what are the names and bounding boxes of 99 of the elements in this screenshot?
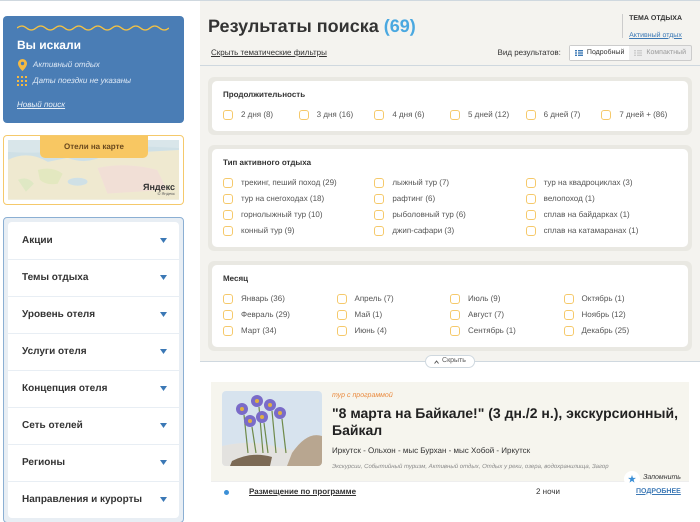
option-label: джип-сафари (3) — [392, 225, 454, 237]
checkbox[interactable] — [336, 294, 346, 304]
option-label: рафтинг (6) — [392, 193, 436, 205]
option-label: сплав на байдарках (1) — [544, 209, 630, 221]
checkbox[interactable] — [450, 326, 460, 336]
checkbox[interactable] — [223, 110, 233, 120]
list-icon — [634, 50, 642, 56]
filter-title: Продолжительность — [223, 89, 306, 101]
caret-icon — [160, 497, 167, 502]
option-label: тур на квадроциклах (3) — [544, 177, 633, 189]
checkbox[interactable] — [450, 110, 460, 120]
placement-link[interactable]: Размещение по программе — [242, 486, 422, 498]
accordion-item[interactable]: Направления и курорты — [8, 480, 179, 518]
checkbox[interactable] — [374, 210, 384, 220]
summary-item: Активный отдых — [33, 59, 100, 71]
checkbox[interactable] — [374, 178, 384, 188]
checkbox[interactable] — [564, 310, 574, 320]
checkbox[interactable] — [526, 210, 536, 220]
accordion-item[interactable]: Акции — [8, 222, 179, 259]
option-label: Июль (9) — [468, 293, 500, 305]
checkbox[interactable] — [601, 110, 612, 120]
result-title[interactable]: "8 марта на Байкале!" (3 дн./2 н.), экскурсионный, Байкал — [332, 404, 678, 438]
checkbox[interactable] — [374, 110, 384, 120]
option-label: Октябрь (1) — [582, 293, 625, 305]
view-label: Вид результатов: — [498, 47, 561, 59]
checkbox[interactable] — [450, 310, 460, 320]
option-label: лыжный тур (7) — [392, 177, 450, 189]
option-label: рыболовный тур (6) — [392, 209, 466, 221]
checkbox[interactable] — [526, 110, 536, 120]
checkbox[interactable] — [564, 294, 574, 304]
caret-icon — [160, 386, 167, 392]
hide-filters-link[interactable]: Скрыть тематические фильтры — [211, 47, 327, 59]
route-text: Иркутск - Ольхон - мыс Бурхан - мыс Хобой - Иркутск — [332, 444, 532, 456]
accordion-item[interactable]: Уровень отеля — [8, 296, 179, 333]
checkbox[interactable] — [223, 194, 233, 204]
chevron-up-icon — [434, 360, 440, 364]
option-label: 7 дней + (86) — [619, 109, 668, 121]
option-label: Январь (36) — [241, 293, 285, 305]
checkbox[interactable] — [336, 326, 346, 336]
filter-title: Месяц — [223, 273, 250, 285]
option-label: Март (34) — [241, 325, 277, 337]
option-label: велопоход (1) — [544, 193, 595, 205]
option-label: горнолыжный тур (10) — [241, 209, 323, 221]
option-label: Сентябрь (1) — [468, 325, 516, 337]
option-label: Июнь (4) — [354, 325, 387, 337]
checkbox[interactable] — [450, 294, 460, 304]
option-label: 2 дня (8) — [241, 109, 274, 121]
accordion-item[interactable]: Концепция отеля — [8, 370, 179, 407]
caret-icon — [160, 349, 167, 354]
page-title: Результаты поиска (69) — [208, 15, 416, 38]
option-label: 3 дня (16) — [316, 109, 354, 121]
checkbox[interactable] — [564, 326, 574, 336]
checkbox[interactable] — [223, 326, 233, 336]
option-label: 5 дней (12) — [468, 109, 510, 121]
option-label: трекинг, пеший поход (29) — [241, 177, 337, 189]
checkbox[interactable] — [223, 226, 233, 236]
checkbox[interactable] — [223, 210, 233, 220]
option-label: сплав на катамаранах (1) — [544, 225, 638, 237]
accordion-item[interactable]: Услуги отеля — [8, 332, 179, 370]
option-label: 6 дней (7) — [544, 109, 580, 121]
summary-title: Вы искали — [17, 37, 82, 54]
map-pin-icon — [18, 59, 26, 71]
option-label: Май (1) — [354, 309, 382, 321]
filter-title: Тип активного отдыха — [223, 157, 312, 169]
option-label: конный тур (9) — [241, 225, 294, 237]
caret-icon — [160, 275, 167, 280]
checkbox[interactable] — [336, 310, 346, 320]
option-label: тур на снегоходах (18) — [241, 193, 324, 205]
nights-text: 2 ночи — [536, 486, 561, 498]
checkbox[interactable] — [526, 178, 536, 188]
option-label: Декабрь (25) — [582, 325, 630, 337]
checkbox[interactable] — [298, 110, 309, 120]
summary-item: Даты поездки не указаны — [33, 75, 132, 87]
caret-icon — [160, 312, 167, 318]
list-icon — [574, 50, 583, 56]
accordion-item[interactable]: Регионы — [8, 444, 179, 481]
option-label: Апрель (7) — [354, 293, 394, 305]
option-label: Февраль (29) — [241, 309, 290, 321]
option-label: 4 дня (6) — [392, 109, 424, 121]
checkbox[interactable] — [223, 294, 233, 304]
option-label: Ноябрь (12) — [582, 309, 626, 321]
checkbox[interactable] — [526, 226, 536, 236]
grid-icon — [17, 76, 27, 86]
hotels-on-map-button[interactable]: Отели на карте — [40, 136, 148, 158]
accordion-item[interactable]: Сеть отелей — [8, 406, 179, 444]
caret-icon — [160, 460, 167, 466]
checkbox[interactable] — [374, 226, 384, 236]
checkbox[interactable] — [223, 178, 233, 188]
checkbox[interactable] — [526, 194, 536, 204]
caret-icon — [160, 423, 167, 428]
checkbox[interactable] — [374, 194, 384, 204]
option-label: Август (7) — [468, 309, 504, 321]
star-icon — [628, 474, 636, 482]
caret-icon — [160, 238, 167, 243]
new-search-link[interactable]: Новый поиск — [17, 99, 66, 111]
wave-icon — [17, 24, 169, 32]
accordion-item[interactable]: Темы отдыха — [8, 258, 179, 296]
checkbox[interactable] — [223, 310, 233, 320]
map-logo: Яндекс — [142, 182, 175, 192]
